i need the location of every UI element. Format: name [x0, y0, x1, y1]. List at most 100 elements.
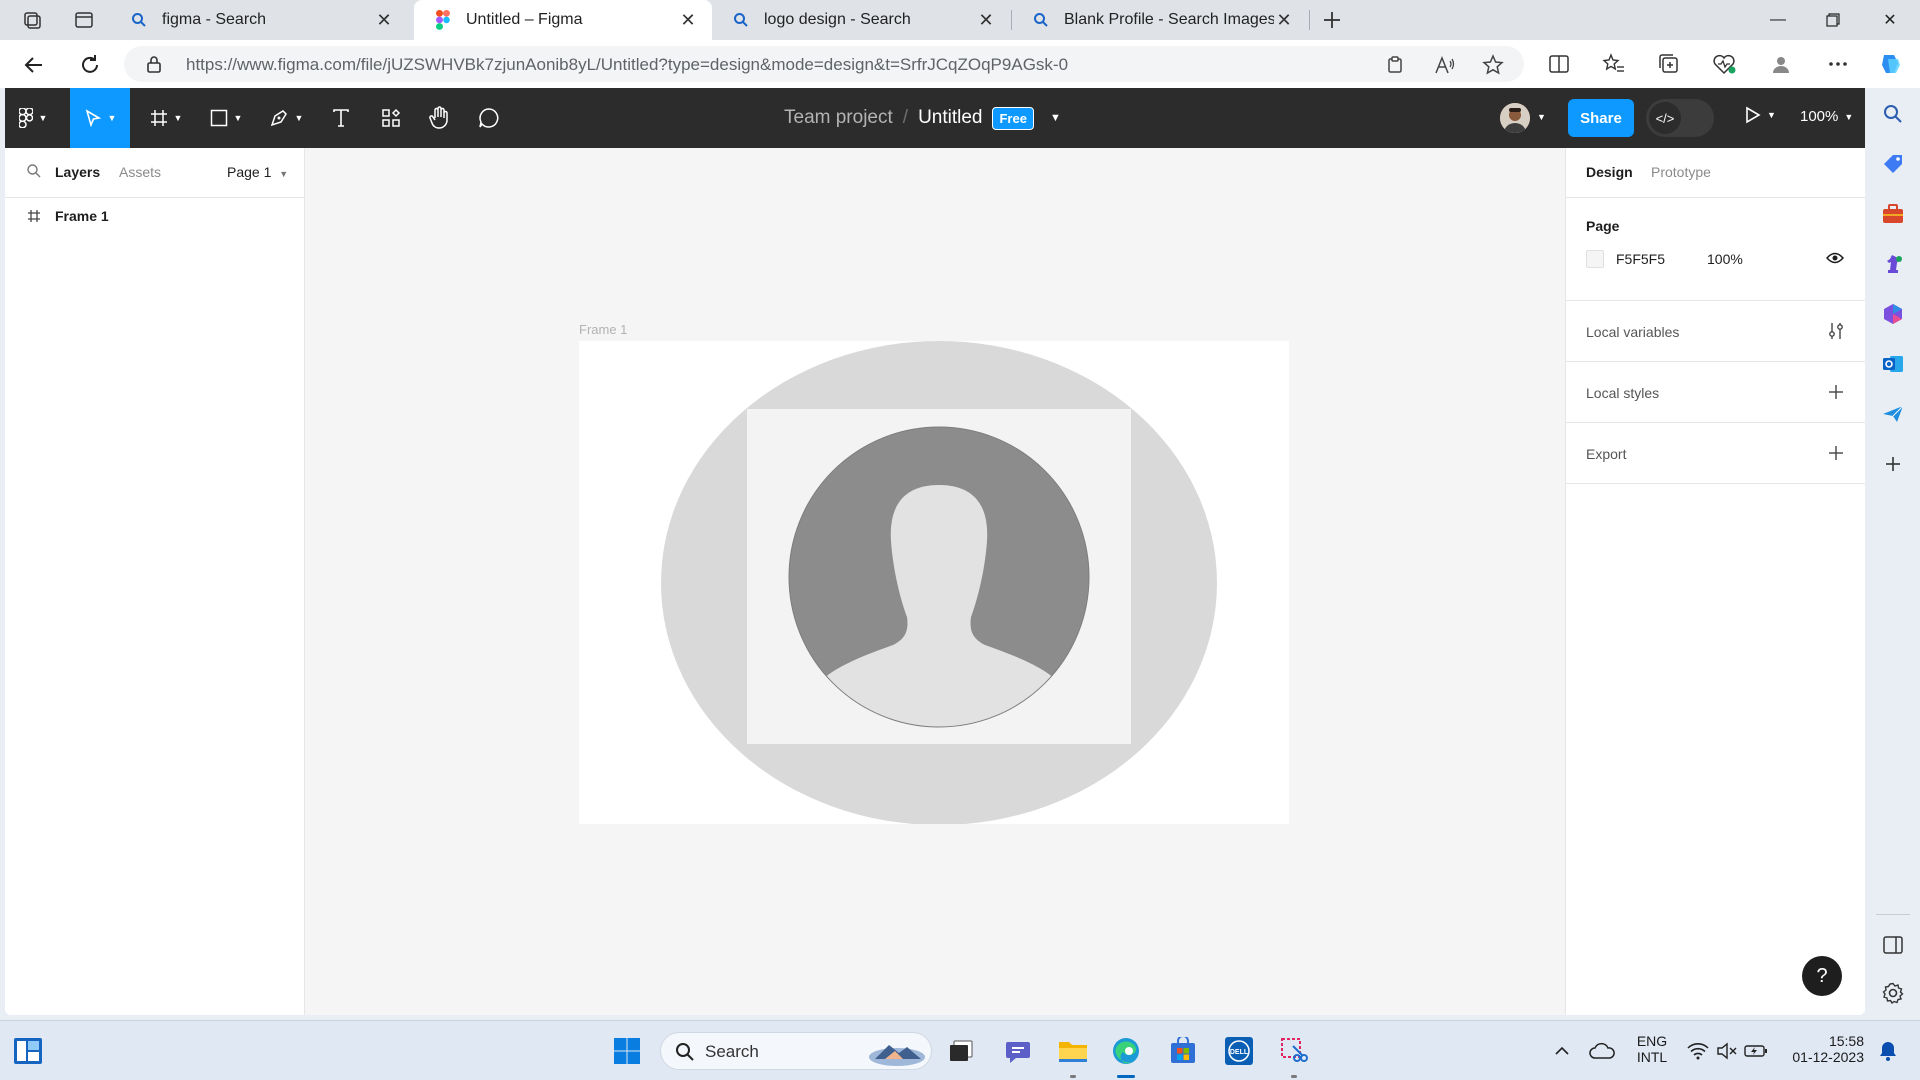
page-selector[interactable]: Page 1 ▼ — [227, 164, 288, 180]
new-tab-icon[interactable] — [1318, 6, 1346, 34]
task-view-icon[interactable] — [945, 1035, 977, 1067]
close-icon[interactable]: ✕ — [374, 10, 394, 30]
design-canvas[interactable]: Frame 1 — [305, 148, 1565, 1015]
blank-profile-image[interactable] — [579, 341, 1289, 825]
search-icon[interactable] — [1881, 102, 1905, 126]
profile-icon[interactable] — [1768, 51, 1794, 77]
notification-bell-icon[interactable] — [1872, 1035, 1904, 1067]
avatar[interactable] — [1500, 103, 1530, 133]
more-options-icon[interactable] — [1825, 51, 1851, 77]
favorite-star-icon[interactable] — [1482, 54, 1504, 76]
close-icon[interactable]: ✕ — [1274, 10, 1294, 30]
microsoft-store-icon[interactable] — [1167, 1035, 1199, 1067]
variables-icon[interactable] — [1824, 319, 1848, 343]
teams-chat-icon[interactable] — [1002, 1035, 1034, 1067]
onedrive-cloud-icon[interactable] — [1586, 1035, 1618, 1067]
close-icon[interactable]: ✕ — [678, 10, 698, 30]
shopping-tag-icon[interactable] — [1881, 152, 1905, 176]
layer-item-frame[interactable]: Frame 1 — [5, 200, 305, 232]
tab-layers[interactable]: Layers — [55, 164, 100, 180]
frame-1[interactable] — [579, 341, 1289, 825]
widgets-icon[interactable] — [12, 1035, 44, 1067]
text-tool-button[interactable] — [321, 88, 361, 148]
taskbar-search-box[interactable]: Search — [660, 1032, 932, 1070]
tab-actions-icon[interactable] — [70, 6, 98, 34]
local-styles-section[interactable]: Local styles — [1566, 362, 1865, 423]
snipping-tool-icon[interactable] — [1278, 1035, 1310, 1067]
search-icon[interactable] — [27, 164, 41, 183]
page-color-swatch[interactable] — [1586, 250, 1604, 268]
present-button[interactable]: ▼ — [1745, 106, 1776, 124]
app-available-icon[interactable] — [1384, 54, 1406, 76]
copilot-icon[interactable] — [1878, 51, 1904, 77]
read-aloud-icon[interactable] — [1434, 54, 1456, 76]
shape-tool-button[interactable]: ▼ — [203, 88, 249, 148]
window-close-icon[interactable]: ✕ — [1865, 0, 1915, 40]
tab-untitled-figma[interactable]: Untitled – Figma ✕ — [414, 0, 712, 40]
pen-tool-button[interactable]: ▼ — [263, 88, 309, 148]
microsoft-365-icon[interactable] — [1881, 302, 1905, 326]
local-variables-section[interactable]: Local variables — [1566, 301, 1865, 362]
collections-icon[interactable] — [1656, 51, 1682, 77]
split-screen-icon[interactable] — [1546, 51, 1572, 77]
comment-tool-button[interactable] — [469, 88, 509, 148]
restore-icon[interactable] — [1808, 0, 1858, 40]
chevron-down-icon[interactable]: ▼ — [1050, 112, 1061, 124]
chevron-up-icon[interactable] — [1546, 1035, 1578, 1067]
tab-design[interactable]: Design — [1586, 164, 1633, 180]
hide-sidebar-icon[interactable] — [1881, 933, 1905, 957]
file-name[interactable]: Untitled — [918, 107, 982, 129]
dell-icon[interactable]: DELL — [1223, 1035, 1255, 1067]
workspaces-icon[interactable] — [18, 6, 46, 34]
plan-badge[interactable]: Free — [992, 106, 1034, 130]
eye-icon[interactable] — [1825, 251, 1845, 270]
resources-tool-button[interactable] — [371, 88, 411, 148]
send-icon[interactable] — [1881, 402, 1905, 426]
url-field[interactable]: https://www.figma.com/file/jUZSWHVBk7zju… — [124, 46, 1524, 82]
hand-tool-button[interactable] — [419, 88, 459, 148]
battery-charging-icon[interactable] — [1740, 1035, 1772, 1067]
start-windows-icon[interactable] — [611, 1035, 643, 1067]
tab-logo-design-search[interactable]: logo design - Search ✕ — [712, 0, 1010, 40]
add-style-icon[interactable] — [1824, 380, 1848, 404]
tab-assets[interactable]: Assets — [119, 164, 161, 180]
minimize-icon[interactable]: — — [1753, 0, 1803, 40]
clock[interactable]: 15:58 01-12-2023 — [1782, 1033, 1864, 1065]
page-opacity-value[interactable]: 100% — [1707, 251, 1743, 267]
games-chess-icon[interactable] — [1881, 252, 1905, 276]
main-menu-button[interactable]: ▼ — [5, 88, 61, 148]
back-arrow-icon[interactable] — [18, 49, 50, 81]
team-project-link[interactable]: Team project — [784, 107, 893, 129]
move-tool-button[interactable]: ▼ — [70, 88, 130, 148]
tab-blank-profile-search[interactable]: Blank Profile - Search Images ✕ — [1012, 0, 1308, 40]
outlook-icon[interactable] — [1881, 352, 1905, 376]
lock-icon[interactable] — [146, 55, 162, 78]
url-text[interactable]: https://www.figma.com/file/jUZSWHVBk7zju… — [186, 55, 1068, 75]
wifi-icon[interactable] — [1682, 1035, 1714, 1067]
frame-tool-button[interactable]: ▼ — [143, 88, 189, 148]
frame-label[interactable]: Frame 1 — [579, 322, 627, 337]
file-explorer-icon[interactable] — [1057, 1035, 1089, 1067]
refresh-icon[interactable] — [74, 49, 106, 81]
tab-figma-search[interactable]: figma - Search ✕ — [110, 0, 408, 40]
volume-muted-icon[interactable] — [1711, 1035, 1743, 1067]
chevron-down-icon[interactable]: ▼ — [1537, 112, 1546, 122]
settings-gear-icon[interactable] — [1881, 981, 1905, 1005]
figma-app: ▼ ▼ ▼ ▼ ▼ Team project / Untitled Free ▼… — [5, 88, 1865, 1015]
close-icon[interactable]: ✕ — [976, 10, 996, 30]
help-button[interactable]: ? — [1802, 956, 1842, 996]
tools-briefcase-icon[interactable] — [1881, 202, 1905, 226]
favorites-icon[interactable] — [1601, 51, 1627, 77]
language-indicator[interactable]: ENG INTL — [1630, 1033, 1674, 1065]
dev-mode-toggle[interactable]: </> — [1646, 99, 1714, 137]
page-color-value[interactable]: F5F5F5 — [1616, 251, 1665, 267]
share-button[interactable]: Share — [1568, 99, 1634, 137]
zoom-menu[interactable]: 100% ▼ — [1800, 108, 1853, 125]
add-export-icon[interactable] — [1824, 441, 1848, 465]
chevron-down-icon: ▼ — [294, 113, 304, 123]
edge-browser-icon[interactable] — [1110, 1035, 1142, 1067]
add-icon[interactable] — [1881, 452, 1905, 476]
export-section[interactable]: Export — [1566, 423, 1865, 484]
browser-essentials-icon[interactable] — [1711, 51, 1737, 77]
tab-prototype[interactable]: Prototype — [1651, 164, 1711, 180]
